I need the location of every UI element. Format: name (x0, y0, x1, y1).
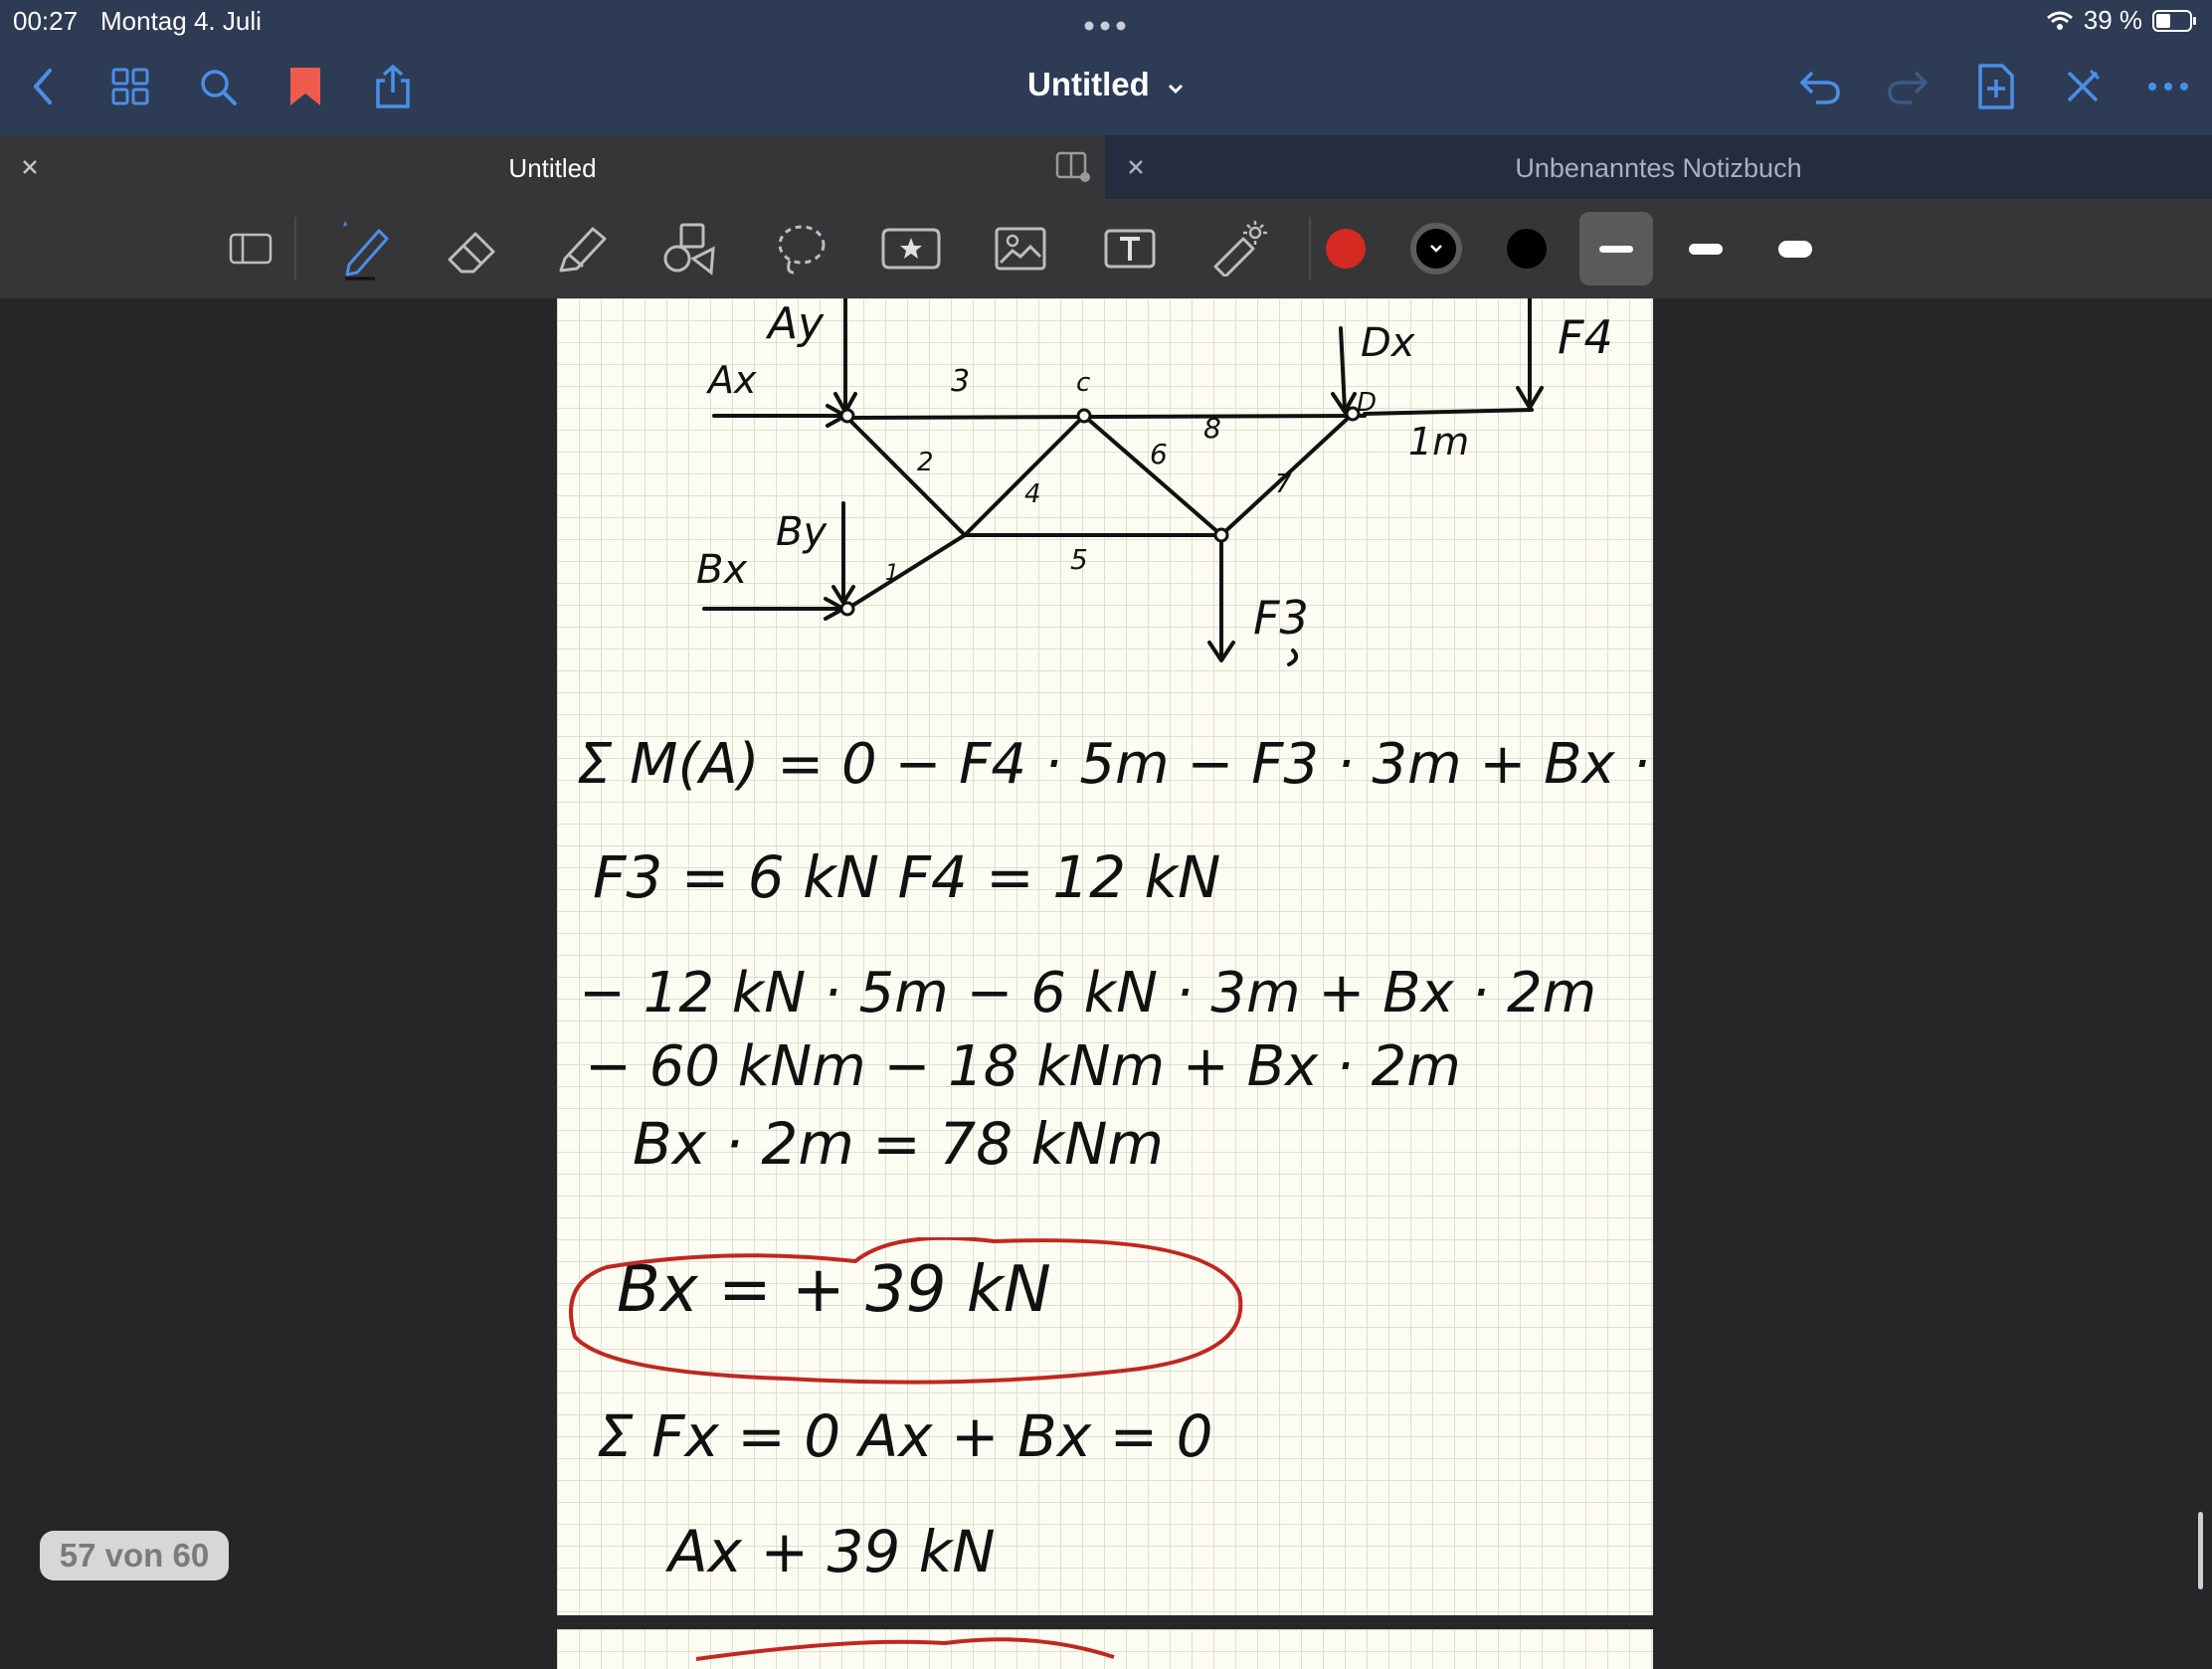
color-swatch-black[interactable] (1497, 219, 1557, 278)
shapes-icon (663, 223, 715, 276)
red-highlight-ellipse (695, 1637, 1115, 1661)
label-dx: Dx (1361, 320, 1415, 366)
chevron-down-icon (1168, 84, 1184, 94)
equation-line-5: Bx · 2m = 78 kNm (633, 1110, 1165, 1178)
wifi-icon (2046, 11, 2073, 30)
lasso-tool-button[interactable] (772, 219, 831, 278)
label-member-4: 4 (1024, 479, 1041, 509)
page-indicator: 57 von 60 (40, 1531, 229, 1580)
reader-mode-icon (229, 233, 273, 265)
equation-line-1: Σ M(A) = 0 − F4 · 5m − F3 · 3m + Bx · 2m (577, 732, 1653, 797)
next-note-page[interactable] (557, 1629, 1653, 1669)
redo-button[interactable] (1883, 62, 1933, 111)
image-icon (995, 227, 1046, 271)
redo-icon (1888, 71, 1928, 104)
sticker-tool-button[interactable] (881, 219, 941, 278)
label-member-2: 2 (917, 448, 934, 477)
close-edit-button[interactable] (2058, 62, 2108, 111)
stroke-width-icon (1689, 243, 1723, 255)
note-page[interactable]: Ay Ax By Bx Dx F4 F3 c D 1m 1 2 3 4 5 6 … (557, 298, 1653, 1615)
equation-line-7: Σ Fx = 0 Ax + Bx = 0 (597, 1402, 1213, 1470)
add-page-icon (1978, 64, 2014, 109)
color-swatch (1326, 229, 1366, 269)
laser-pointer-button[interactable] (1209, 219, 1269, 278)
more-button[interactable] (2143, 62, 2193, 111)
label-member-3: 3 (951, 364, 971, 399)
more-icon (2148, 83, 2188, 91)
tab-bar: Untitled Unbenanntes Notizbuch (0, 135, 2212, 199)
status-date: Montag 4. Juli (100, 6, 262, 36)
color-swatch-black-selected[interactable] (1406, 219, 1466, 278)
split-view-icon[interactable] (1055, 151, 1091, 183)
stroke-width-icon (1599, 245, 1633, 253)
chevron-down-icon (1430, 245, 1442, 253)
label-by: By (776, 509, 828, 555)
label-f4: F4 (1558, 310, 1613, 364)
shapes-tool-button[interactable] (661, 219, 721, 278)
label-1m: 1m (1408, 420, 1470, 464)
document-title: Untitled (1027, 66, 1150, 102)
stroke-width-thin-button[interactable] (1579, 212, 1653, 285)
label-member-7: 7 (1275, 469, 1292, 499)
canvas-area: Ay Ax By Bx Dx F4 F3 c D 1m 1 2 3 4 5 6 … (0, 298, 2212, 1669)
pen-tool-button[interactable] (335, 219, 395, 280)
toolbar-divider (1309, 217, 1311, 280)
add-page-button[interactable] (1970, 62, 2020, 111)
label-bx: Bx (696, 547, 748, 593)
eraser-tool-button[interactable] (444, 219, 503, 278)
equation-line-8: Ax + 39 kN (668, 1518, 996, 1585)
tab-label: Unbenanntes Notizbuch (1515, 153, 1802, 183)
equation-line-4: − 60 kNm − 18 kNm + Bx · 2m (585, 1034, 1461, 1099)
scrollbar[interactable] (2198, 1512, 2203, 1589)
label-member-1: 1 (885, 561, 899, 586)
tab-unbenanntes-notizbuch[interactable]: Unbenanntes Notizbuch (1105, 135, 2212, 199)
highlighter-icon (559, 227, 607, 273)
color-swatch-red[interactable] (1316, 219, 1376, 278)
pen-icon (343, 221, 389, 280)
equation-line-2: F3 = 6 kN F4 = 12 kN (593, 843, 1221, 911)
highlighter-tool-button[interactable] (553, 219, 613, 278)
label-member-8: 8 (1203, 412, 1221, 445)
document-title-menu[interactable]: Untitled (0, 66, 2212, 103)
eraser-icon (448, 232, 495, 274)
pen-off-icon (2067, 69, 2101, 102)
text-tool-button[interactable] (1100, 219, 1160, 278)
reader-mode-button[interactable] (222, 219, 281, 278)
battery-percent: 39 % (2083, 5, 2142, 35)
status-time: 00:27 (13, 6, 79, 36)
stroke-width-icon (1778, 240, 1812, 258)
status-bar: 00:27 Montag 4. Juli 39 % (0, 0, 2212, 40)
laser-pointer-icon (1213, 221, 1267, 277)
label-node-c: c (1076, 368, 1091, 398)
red-highlight-ellipse (569, 1237, 1243, 1385)
text-icon (1104, 229, 1156, 269)
label-ay: Ay (768, 298, 825, 349)
lasso-icon (778, 225, 826, 275)
tab-label: Untitled (508, 153, 597, 183)
label-ax: Ax (708, 358, 757, 402)
stroke-width-thick-button[interactable] (1765, 219, 1825, 278)
drawing-toolbar (0, 199, 2212, 298)
label-node-d: D (1357, 388, 1378, 418)
image-tool-button[interactable] (991, 219, 1050, 278)
label-member-5: 5 (1070, 543, 1088, 576)
color-swatch (1507, 229, 1547, 269)
toolbar-divider (294, 217, 296, 280)
color-swatch (1410, 223, 1462, 275)
battery-icon (2152, 9, 2196, 32)
equation-line-3: − 12 kN · 5m − 6 kN · 3m + Bx · 2m (579, 961, 1597, 1025)
sticker-icon (881, 228, 941, 270)
multitasking-dots-icon[interactable] (1083, 20, 1127, 32)
label-f3: F3 (1253, 591, 1309, 645)
stroke-width-medium-button[interactable] (1676, 219, 1736, 278)
tab-untitled[interactable]: Untitled (0, 135, 1105, 199)
undo-icon (1800, 71, 1840, 104)
label-member-6: 6 (1150, 438, 1168, 470)
undo-button[interactable] (1795, 62, 1845, 111)
navigation-bar: Untitled (0, 40, 2212, 135)
